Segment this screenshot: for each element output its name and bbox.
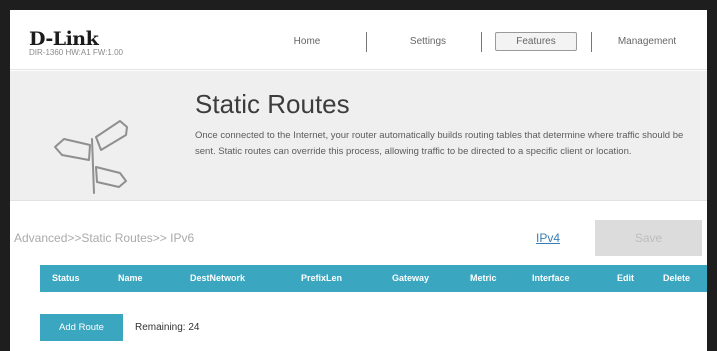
column-metric: Metric xyxy=(470,273,497,283)
page-title: Static Routes xyxy=(195,89,350,119)
column-edit: Edit xyxy=(617,273,634,283)
nav-features[interactable]: Features xyxy=(495,32,577,51)
routes-table-header: Status Name DestNetwork PrefixLen Gatewa… xyxy=(40,265,707,292)
column-status: Status xyxy=(52,273,80,283)
nav-home[interactable]: Home xyxy=(282,36,332,47)
page-banner: Static Routes Once connected to the Inte… xyxy=(10,71,707,201)
breadcrumb-row: Advanced>>Static Routes>> IPv6 IPv4 Save xyxy=(10,220,707,256)
nav-divider xyxy=(481,32,482,52)
nav-divider xyxy=(366,32,367,52)
remaining-count: Remaining: 24 xyxy=(135,322,200,333)
signpost-icon xyxy=(54,120,128,194)
add-route-button[interactable]: Add Route xyxy=(40,314,123,341)
model-info: DIR-1360 HW:A1 FW:1.00 xyxy=(29,48,123,57)
column-delete: Delete xyxy=(663,273,691,283)
column-gateway: Gateway xyxy=(392,273,430,283)
column-prefixlen: PrefixLen xyxy=(301,273,343,283)
router-admin-page: D-Link DIR-1360 HW:A1 FW:1.00 Home Setti… xyxy=(10,10,707,351)
nav-management[interactable]: Management xyxy=(607,36,687,47)
nav-settings[interactable]: Settings xyxy=(402,36,454,47)
column-name: Name xyxy=(118,273,143,283)
column-interface: Interface xyxy=(532,273,570,283)
page-description: Once connected to the Internet, your rou… xyxy=(195,130,684,157)
nav-divider xyxy=(591,32,592,52)
ipv4-link[interactable]: IPv4 xyxy=(536,231,560,245)
dlink-logo[interactable]: D-Link xyxy=(29,28,99,50)
breadcrumb: Advanced>>Static Routes>> IPv6 xyxy=(14,231,195,245)
top-header: D-Link DIR-1360 HW:A1 FW:1.00 Home Setti… xyxy=(10,10,707,70)
column-destnetwork: DestNetwork xyxy=(190,273,246,283)
save-button[interactable]: Save xyxy=(595,220,702,256)
